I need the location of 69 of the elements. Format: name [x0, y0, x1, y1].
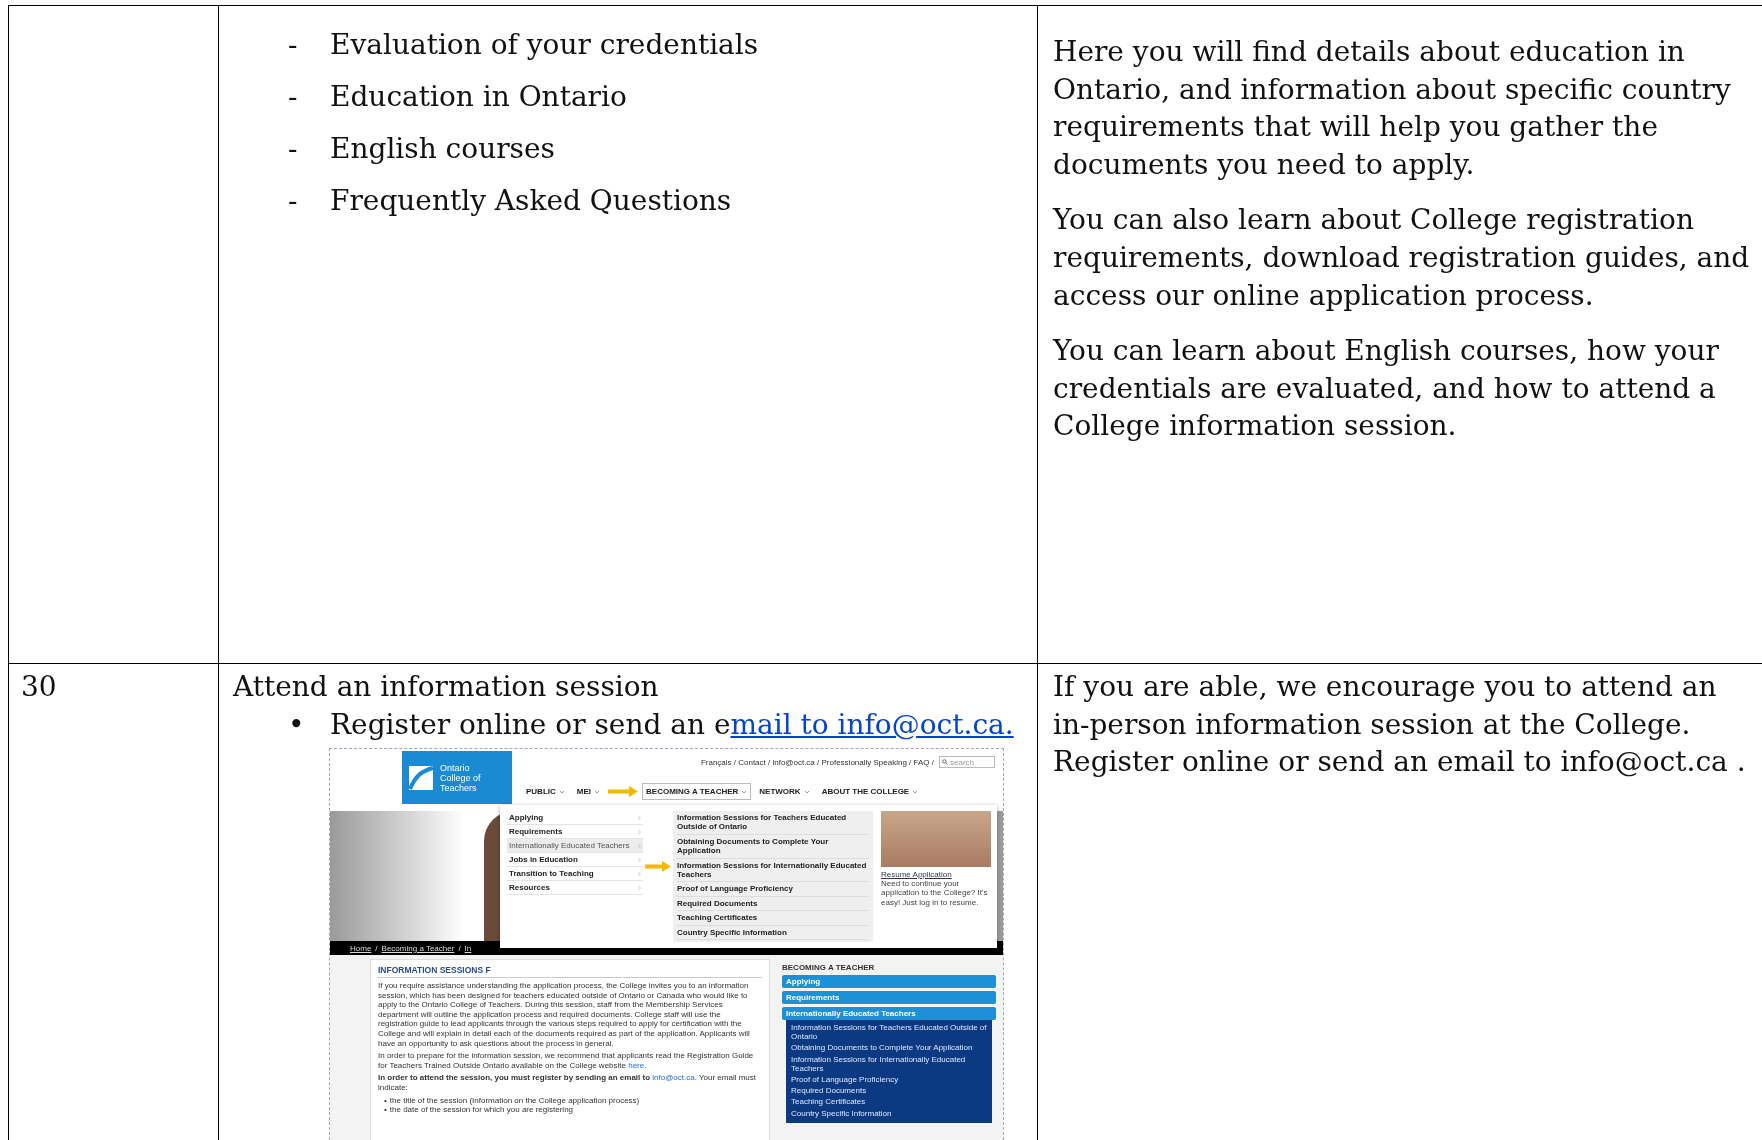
swoosh-icon — [408, 764, 434, 791]
list-marker: - — [288, 27, 299, 63]
row-number: 30 — [21, 670, 57, 703]
nav-menu-item[interactable]: MEI — [572, 783, 604, 800]
arrow-icon — [645, 861, 671, 872]
submenu-link[interactable]: Obtaining Documents to Complete Your Application — [791, 1043, 987, 1053]
article-heading: INFORMATION SESSIONS F — [378, 965, 762, 978]
submenu-item[interactable]: Teaching Certificates — [677, 911, 869, 926]
breadcrumb-link[interactable]: In — [464, 943, 472, 953]
sidebar-heading: BECOMING A TEACHER — [782, 963, 876, 972]
caret-icon — [803, 789, 810, 794]
list-item: Education in Ontario — [330, 79, 627, 115]
nav-menu-item[interactable]: NETWORK — [755, 783, 814, 800]
menu-item[interactable]: Internationally Educated Teachers — [507, 839, 643, 853]
submenu-link[interactable]: Proof of Language Proficiency — [791, 1075, 987, 1085]
submenu-link[interactable]: Information Sessions for Teachers Educated Outside of Ontario — [791, 1023, 987, 1042]
search-icon — [942, 759, 948, 765]
menu-item[interactable]: Transition to Teaching — [507, 867, 643, 881]
nav-menu-item[interactable]: PUBLIC — [522, 783, 569, 800]
description-paragraph: You can also learn about College registration requirements, download registration guides, and access our online application process. — [1053, 202, 1751, 314]
list-item: Evaluation of your credentials — [330, 27, 759, 63]
submenu-link[interactable]: Required Documents — [791, 1086, 987, 1096]
bullet-icon: • — [384, 1095, 387, 1106]
article-paragraph: In order to prepare for the information session, we recommend that applicants read the Registration Guide for Teachers Trained Outside Ontario available on the College website here. — [378, 1051, 755, 1071]
description-paragraph: If you are able, we encourage you to attend an in-person information session at the College. Register online or send an email to info@oct.ca . — [1053, 669, 1747, 781]
breadcrumb-separator: / — [375, 943, 378, 953]
list-marker: - — [288, 131, 299, 167]
menu-item[interactable]: Applying — [507, 811, 643, 825]
promo-text: Need to continue your application to the College? It's easy! Just log in to resume. — [881, 879, 989, 908]
menu-item[interactable]: Jobs in Education — [507, 853, 643, 867]
caret-icon — [912, 789, 919, 794]
submenu-link[interactable]: Country Specific Information — [791, 1108, 987, 1118]
menu-item[interactable]: Resources — [507, 881, 643, 895]
arrow-icon — [608, 786, 638, 797]
article-paragraph: If you require assistance understanding the application process, the College invites you to an information session, which has been designed for teachers educated outside of Ontario or Canada who would like to apply to the Ontario College of Teachers. During this session, staff from the Membership Services department will outline the application process and required documents. College staff will use the registration guide to lead applicants through the various steps required to apply for certification with the College and will explain in detail each of the documents required as part of the application. Applicants will have an opportunity to ask questions about the process in general. — [378, 981, 751, 1049]
list-item: English courses — [330, 131, 555, 167]
description-paragraph: Here you will find details about education in Ontario, and information about specific country requirements that will help you gather the documents you need to apply. — [1053, 34, 1732, 183]
nav-menu-item[interactable]: ABOUT THE COLLEGE — [817, 783, 923, 800]
bullet-text: the title of the session (Information on the College application process) — [389, 1095, 640, 1106]
caret-icon — [558, 789, 565, 794]
step-heading: Attend an information session — [233, 669, 660, 705]
submenu-item[interactable]: Country Specific Information — [677, 925, 869, 941]
list-item: Register online or send an email to info@oct.ca. — [330, 707, 1014, 743]
caret-icon — [594, 789, 600, 794]
bullet-icon: • — [384, 1105, 387, 1115]
submenu-item[interactable]: Information Sessions for Teachers Educated Outside of Ontario — [677, 811, 869, 835]
email-link[interactable]: mail to info@oct.ca. — [730, 708, 1014, 741]
submenu-item[interactable]: Obtaining Documents to Complete Your Application — [677, 834, 869, 859]
inline-link[interactable]: info@oct.ca — [652, 1073, 695, 1083]
submenu-item[interactable]: Proof of Language Proficiency — [677, 882, 869, 897]
submenu-item[interactable]: Required Documents — [677, 896, 869, 912]
breadcrumb-link[interactable]: Home — [350, 943, 372, 953]
promo-link[interactable]: Resume Application — [881, 870, 991, 879]
site-logo[interactable]: Ontario College of Teachers — [402, 751, 512, 804]
list-item: Frequently Asked Questions — [330, 183, 732, 219]
bullet-text: the date of the session for which you are registering — [389, 1105, 574, 1115]
submenu-link[interactable]: Information Sessions for Internationally Educated Teachers — [791, 1054, 987, 1073]
list-marker: - — [288, 79, 299, 115]
utility-links[interactable]: Français / Contact / info@oct.ca / Professionally Speaking / FAQ / — [700, 757, 934, 767]
list-marker: - — [288, 183, 299, 219]
caret-icon — [741, 789, 748, 794]
description-paragraph: You can learn about English courses, how your credentials are evaluated, and how to attend a College information session. — [1053, 333, 1720, 445]
submenu-link[interactable]: Teaching Certificates — [791, 1097, 987, 1107]
breadcrumb-link[interactable]: Becoming a Teacher — [381, 943, 455, 953]
breadcrumb-separator: / — [458, 943, 461, 953]
nav-menu-item[interactable]: BECOMING A TEACHER — [642, 783, 752, 800]
article-paragraph: In order to attend the session, you must register by sending an email to info@oct.ca. Your email must indicate: — [378, 1073, 758, 1093]
submenu-item[interactable]: Information Sessions for Internationally Educated Teachers — [677, 858, 869, 883]
list-marker: • — [288, 707, 306, 743]
